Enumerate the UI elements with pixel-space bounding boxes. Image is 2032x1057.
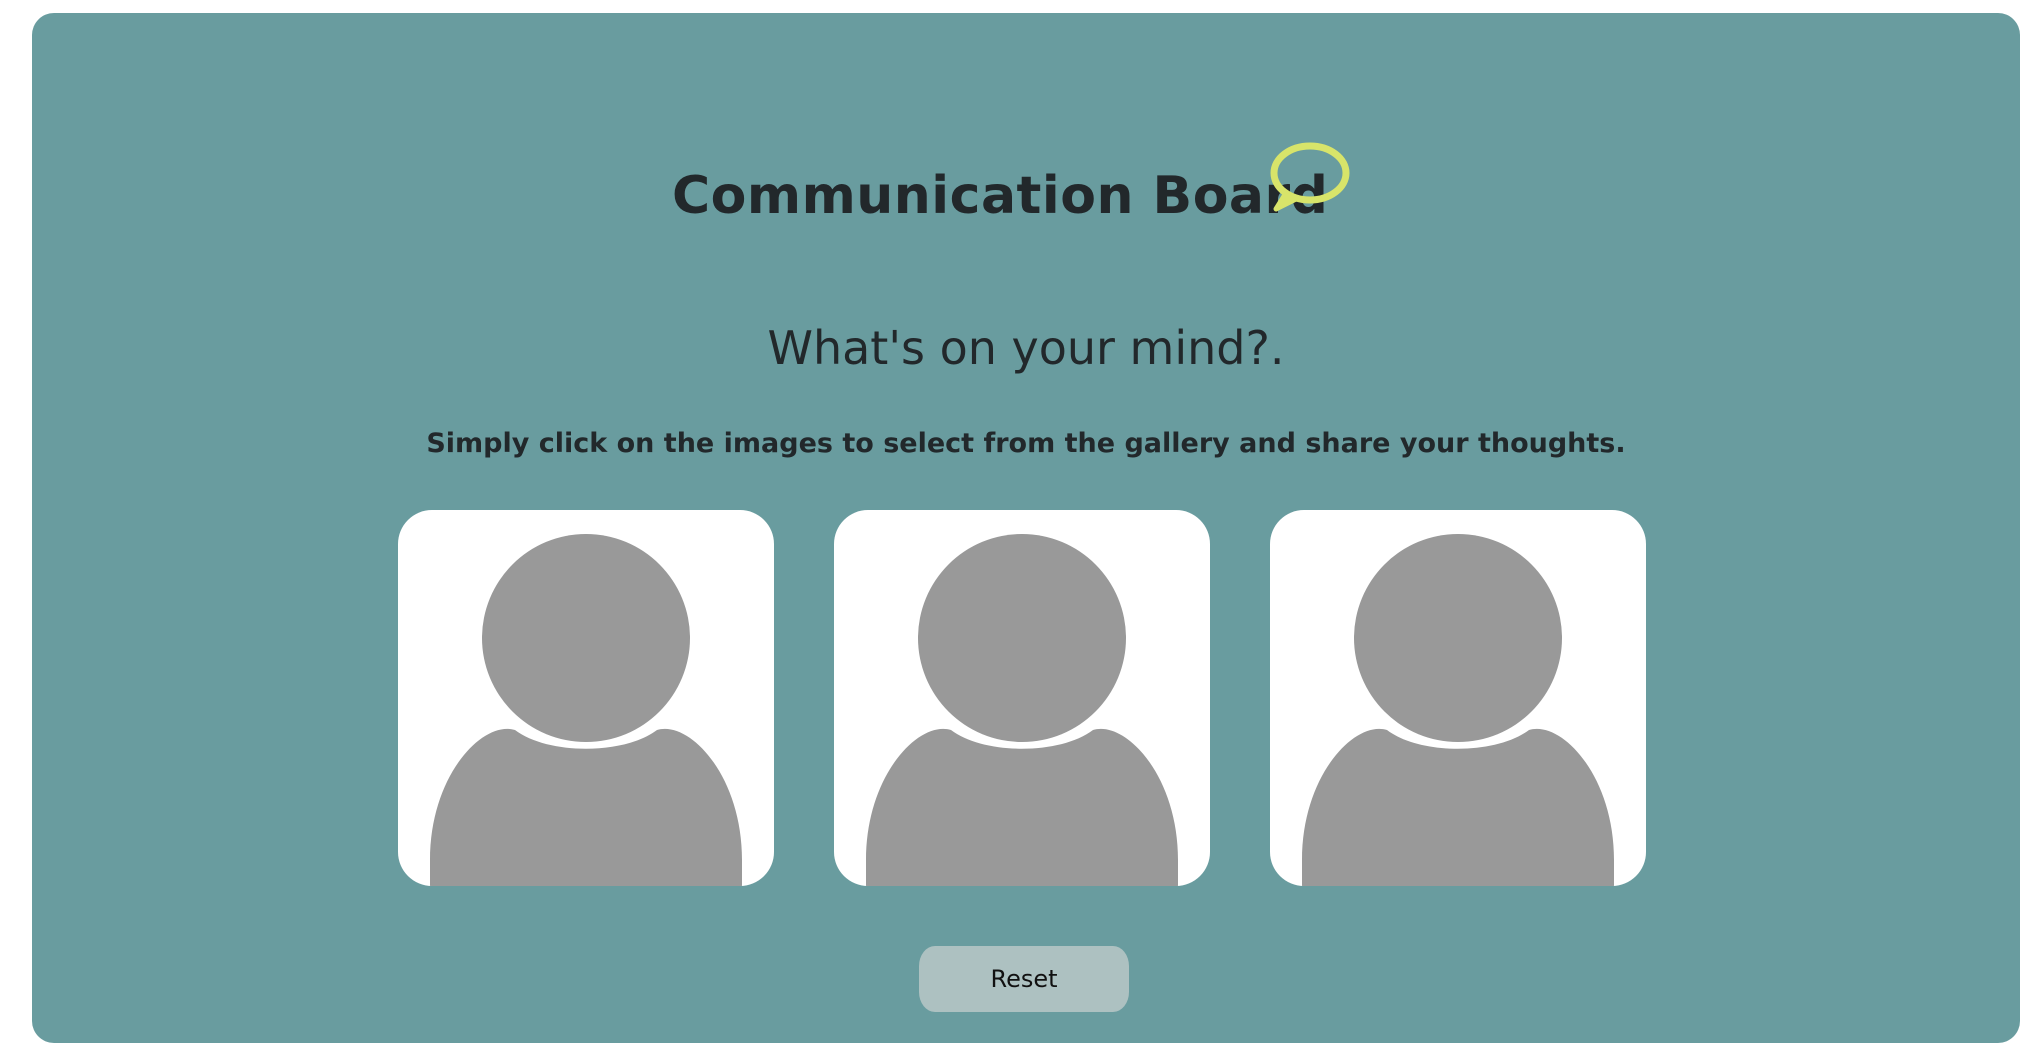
image-slot-2[interactable] [834,510,1210,886]
person-placeholder-icon [866,534,1178,886]
image-slot-3[interactable] [1270,510,1646,886]
person-placeholder-icon [1302,534,1614,886]
image-slot-1[interactable] [398,510,774,886]
speech-bubble-icon [1264,141,1350,213]
header: Communication Board [32,133,2020,243]
communication-board-panel: Communication Board What's on your mind?… [32,13,2020,1043]
person-placeholder-icon [430,534,742,886]
prompt-instructions: Simply click on the images to select fro… [426,428,1626,459]
page-title: Communication Board [672,166,1329,226]
image-gallery [32,510,2020,886]
prompt-question: What's on your mind?. [767,321,1285,375]
reset-button[interactable]: Reset [919,946,1129,1012]
